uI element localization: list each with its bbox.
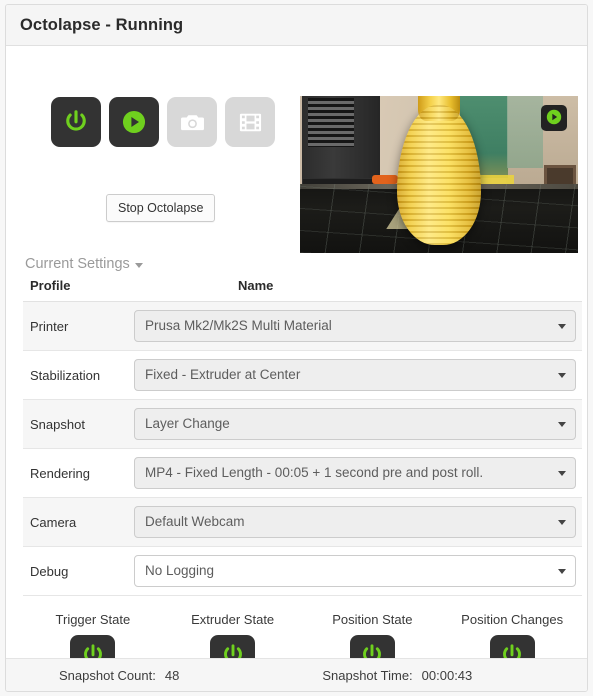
webcam-play-button[interactable] <box>541 105 567 131</box>
snapshot-count-label: Snapshot Count: <box>59 667 156 683</box>
column-header-profile: Profile <box>23 278 134 302</box>
settings-table: Profile Name Printer Prusa Mk2/Mk2S Mult… <box>23 278 582 596</box>
profile-value-cell-stabilization: Fixed - Extruder at Center <box>134 350 582 400</box>
chevron-down-icon <box>558 324 566 329</box>
snapshot-time-value: 00:00:43 <box>421 667 473 683</box>
debug-profile-select[interactable]: No Logging <box>134 555 576 587</box>
rendering-profile-value: MP4 - Fixed Length - 00:05 + 1 second pr… <box>145 465 484 480</box>
snapshot-profile-select[interactable]: Layer Change <box>134 408 576 440</box>
take-snapshot-button[interactable] <box>167 97 217 147</box>
film-icon <box>237 109 264 136</box>
column-header-name: Name <box>134 278 582 302</box>
profile-value-cell-snapshot: Layer Change <box>134 399 582 449</box>
table-row: Debug No Logging <box>23 546 582 596</box>
profile-label-rendering: Rendering <box>23 448 134 498</box>
profile-value-cell-printer: Prusa Mk2/Mk2S Multi Material <box>134 301 582 351</box>
camera-profile-select[interactable]: Default Webcam <box>134 506 576 538</box>
printer-vents <box>308 98 354 147</box>
power-button[interactable] <box>51 97 101 147</box>
snapshot-count-group: Snapshot Count: 48 <box>59 668 179 683</box>
settings-table-body: Printer Prusa Mk2/Mk2S Multi Material St… <box>23 301 582 596</box>
page-title: Octolapse - Running <box>20 15 184 34</box>
profile-value-cell-rendering: MP4 - Fixed Length - 00:05 + 1 second pr… <box>134 448 582 498</box>
current-settings-label: Current Settings <box>25 256 130 272</box>
play-circle-icon <box>545 108 563 129</box>
chevron-down-icon <box>558 569 566 574</box>
state-label-trigger: Trigger State <box>55 612 131 627</box>
profile-label-snapshot: Snapshot <box>23 399 134 449</box>
snapshot-time-label: Snapshot Time: <box>322 667 413 683</box>
camera-icon <box>179 109 206 136</box>
webcam-scene <box>300 96 578 253</box>
profile-label-stabilization: Stabilization <box>23 350 134 400</box>
table-row: Rendering MP4 - Fixed Length - 00:05 + 1… <box>23 448 582 498</box>
chevron-down-icon <box>558 422 566 427</box>
snapshot-count-value: 48 <box>164 667 180 683</box>
bed-clip <box>372 174 398 184</box>
profile-value-cell-camera: Default Webcam <box>134 497 582 547</box>
rendering-profile-select[interactable]: MP4 - Fixed Length - 00:05 + 1 second pr… <box>134 457 576 489</box>
settings-header-row: Profile Name <box>23 278 582 302</box>
settings-table-head: Profile Name <box>23 278 582 302</box>
debug-profile-value: No Logging <box>145 563 215 578</box>
stop-octolapse-button[interactable]: Stop Octolapse <box>106 194 216 222</box>
camera-profile-value: Default Webcam <box>145 514 245 529</box>
render-video-button[interactable] <box>225 97 275 147</box>
octolapse-card: Octolapse - Running Stop Octolapse Curre… <box>5 4 588 692</box>
stabilization-profile-select[interactable]: Fixed - Extruder at Center <box>134 359 576 391</box>
control-button-row <box>51 97 275 147</box>
top-control-area: Stop Octolapse <box>6 46 587 253</box>
webcam-stream[interactable] <box>300 96 578 253</box>
state-label-position: Position State <box>332 612 413 627</box>
table-row: Snapshot Layer Change <box>23 399 582 449</box>
state-label-position-changes: Position Changes <box>461 612 564 627</box>
green-object-secondary <box>507 96 543 169</box>
state-label-extruder: Extruder State <box>191 612 275 627</box>
chevron-down-icon <box>558 520 566 525</box>
card-body: Stop Octolapse Current Settings Profile … <box>6 46 587 678</box>
snapshot-profile-value: Layer Change <box>145 416 230 431</box>
profile-label-camera: Camera <box>23 497 134 547</box>
printer-profile-select[interactable]: Prusa Mk2/Mk2S Multi Material <box>134 310 576 342</box>
printer-frame <box>302 96 380 191</box>
profile-label-debug: Debug <box>23 546 134 596</box>
status-footer: Snapshot Count: 48 Snapshot Time: 00:00:… <box>6 658 587 691</box>
chevron-down-icon <box>558 471 566 476</box>
snapshot-time-group: Snapshot Time: 00:00:43 <box>322 668 472 683</box>
table-row: Printer Prusa Mk2/Mk2S Multi Material <box>23 301 582 351</box>
play-icon <box>121 109 147 135</box>
power-icon <box>63 109 89 135</box>
profile-value-cell-debug: No Logging <box>134 546 582 596</box>
current-settings-toggle[interactable]: Current Settings <box>25 256 143 272</box>
card-header: Octolapse - Running <box>6 5 587 46</box>
stabilization-profile-value: Fixed - Extruder at Center <box>145 367 301 382</box>
chevron-down-icon <box>134 263 143 268</box>
table-row: Camera Default Webcam <box>23 497 582 547</box>
profile-label-printer: Printer <box>23 301 134 351</box>
octolapse-page: Octolapse - Running Stop Octolapse Curre… <box>0 0 593 696</box>
table-row: Stabilization Fixed - Extruder at Center <box>23 350 582 400</box>
printer-profile-value: Prusa Mk2/Mk2S Multi Material <box>145 318 332 333</box>
start-button[interactable] <box>109 97 159 147</box>
chevron-down-icon <box>558 373 566 378</box>
